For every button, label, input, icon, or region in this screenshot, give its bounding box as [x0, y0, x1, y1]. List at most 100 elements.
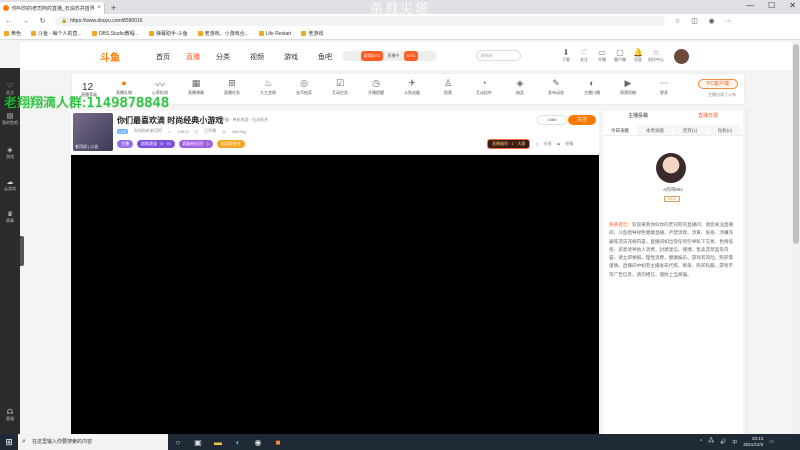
obs-icon[interactable]: ■: [268, 438, 288, 447]
anchor-name[interactable]: 你叫你的老司阿: [134, 128, 162, 134]
reload-icon[interactable]: ↻: [38, 17, 47, 25]
video-player[interactable]: [71, 155, 599, 434]
nav-home[interactable]: 首页: [156, 52, 170, 62]
report-button[interactable]: 举报: [565, 141, 573, 147]
tool-interact[interactable]: ☑ 互动任务: [325, 78, 355, 96]
tab-vip[interactable]: 贵宾(1): [673, 125, 707, 135]
bookmark-item[interactable]: 老游戏、小游戏合...: [197, 30, 249, 37]
kpl-match-banner[interactable]: 深圳DYG 直播中 MTG: [342, 51, 437, 61]
file-explorer-icon[interactable]: ▬: [208, 438, 228, 447]
ime-indicator[interactable]: 中: [732, 439, 737, 446]
download-button[interactable]: ⬇ 下载: [558, 48, 574, 63]
tab-daily[interactable]: 直播日报: [673, 111, 743, 122]
volume-icon[interactable]: 🔊: [720, 439, 726, 445]
user-avatar[interactable]: [674, 49, 689, 64]
anchor-thumbnail[interactable]: 老司机 | 公告: [73, 113, 113, 151]
tool-lottery[interactable]: ◎ 金币抽奖: [289, 78, 319, 96]
system-text: 欢迎来到你叫你的老司阿的直播间，请您关注直播间，斗鱼倡导绿色健康直播，严禁涉政、…: [609, 222, 734, 277]
top-contributor-avatar[interactable]: [656, 153, 686, 183]
tool-warm[interactable]: ✈ 斗鱼送暖: [397, 78, 427, 96]
tool-remind[interactable]: ◷ 开播提醒: [361, 78, 391, 96]
creator-button[interactable]: ☆ 创作中心: [648, 48, 664, 63]
badge-item[interactable]: 超级粉丝团 · 3: [178, 140, 213, 148]
start-live-button[interactable]: ▭ 开播: [594, 48, 610, 63]
cortana-icon[interactable]: ○: [168, 438, 188, 447]
tool-task[interactable]: ⊞ 直播任务: [217, 78, 247, 96]
tab-week[interactable]: 本周贡献: [638, 125, 672, 135]
bookmark-item[interactable]: 黄色: [4, 30, 21, 37]
share-button[interactable]: 分享: [544, 141, 552, 147]
forward-icon[interactable]: →: [21, 18, 30, 25]
menu-icon[interactable]: ⋯: [724, 17, 733, 25]
tool-video[interactable]: ▶ 视频投稿: [613, 78, 643, 96]
hot-rank-badge[interactable]: 直播福利 · 1 · 大赛: [487, 139, 531, 149]
taskbar-search-input[interactable]: 在这里输入你要搜索的内容: [18, 434, 168, 450]
close-window-icon[interactable]: ✕: [789, 1, 796, 10]
vote-icon: ♙: [443, 78, 453, 88]
follow-button[interactable]: ♡ 关注: [576, 48, 592, 63]
sidebar-item-fishbar[interactable]: ▤ 我的鱼吧: [0, 112, 20, 126]
extensions-icon[interactable]: ◫: [690, 17, 699, 25]
nav-fishbar[interactable]: 鱼吧: [318, 52, 332, 62]
pc-client-button[interactable]: PC客户端: [698, 79, 738, 89]
url-input[interactable]: 🔒 https://www.douyu.com/8590016: [55, 16, 665, 26]
tool-vote[interactable]: ♙ 投票: [433, 78, 463, 96]
nav-game[interactable]: 游戏: [284, 52, 298, 62]
plane-icon: ✈: [408, 78, 416, 88]
back-icon[interactable]: ←: [4, 18, 13, 25]
bookmark-item[interactable]: 斗鱼 - 每个人的直...: [31, 30, 82, 37]
sidebar-item-service[interactable]: ☊ 客服: [0, 408, 20, 422]
douyu-logo[interactable]: 斗鱼: [100, 49, 120, 64]
nav-live[interactable]: 直播: [186, 52, 200, 62]
windows-start-icon[interactable]: ⊞: [0, 437, 18, 448]
sidebar-item-cloudgame[interactable]: ☁ 云游戏: [0, 178, 20, 192]
tool-voice[interactable]: ◐ 主播口播: [577, 78, 607, 96]
message-button[interactable]: 🔔 消息: [630, 48, 646, 63]
report-icon[interactable]: ⚑: [557, 142, 561, 147]
page-scrollbar[interactable]: [792, 42, 800, 434]
client-button[interactable]: ▢ 客户端: [612, 48, 628, 63]
badge-item[interactable]: 主播: [117, 140, 133, 148]
star-icon[interactable]: ☆: [673, 17, 682, 25]
task-view-icon[interactable]: ▣: [188, 438, 208, 447]
sidebar-item-game[interactable]: ◈ 游戏: [0, 146, 20, 160]
nav-category[interactable]: 分类: [216, 52, 230, 62]
new-tab-icon[interactable]: +: [111, 2, 116, 14]
tab-diamond[interactable]: 钻粉(0): [708, 125, 742, 135]
maximize-icon[interactable]: ☐: [768, 1, 775, 10]
chevron-up-icon[interactable]: ^: [700, 439, 702, 445]
tool-more[interactable]: ⋯ 更多: [649, 78, 679, 96]
tool-draw[interactable]: ◈ 抽奖: [505, 78, 535, 96]
sidebar-collapse-handle[interactable]: [20, 236, 24, 266]
tool-grid[interactable]: ♨ 大九宫格: [253, 78, 283, 96]
tool-post[interactable]: ✎ 发布动态: [541, 78, 571, 96]
browser-tab-active[interactable]: 你叫你的老司阿的直播_石油苏井首界 ×: [0, 2, 105, 14]
network-icon[interactable]: 🖧: [708, 438, 714, 446]
tab-anchor-post[interactable]: 主播投稿: [603, 111, 673, 122]
tool-widget[interactable]: ◔ 互动挂件: [469, 78, 499, 96]
chrome-icon[interactable]: ◉: [248, 438, 268, 447]
nav-video[interactable]: 视频: [250, 52, 264, 62]
follow-button[interactable]: 关注: [568, 115, 596, 125]
clock[interactable]: 20:13 2021/12/3: [743, 436, 763, 448]
minimize-icon[interactable]: —: [746, 1, 754, 10]
sidebar-item-match[interactable]: ♛ 赛事: [0, 210, 20, 224]
chat-scrollbar[interactable]: [745, 111, 748, 433]
edge-icon[interactable]: ◐: [228, 438, 248, 447]
badge-item[interactable]: 超能赛道 · 8 · 76: [137, 140, 175, 148]
notification-icon[interactable]: ▭: [769, 439, 774, 445]
profile-icon[interactable]: ◉: [707, 17, 716, 25]
bookmark-item[interactable]: 弹幕助手-斗鱼: [148, 30, 188, 37]
bookmark-item[interactable]: 老游戏: [301, 30, 323, 37]
site-search-input[interactable]: 刷新的: [476, 50, 521, 61]
badge-item[interactable]: 仙剑奇侠传: [216, 140, 245, 148]
share-icon[interactable]: ⇪: [535, 142, 538, 147]
page-scroll-thumb[interactable]: [793, 44, 799, 244]
tool-danmu[interactable]: ▦ 直播弹幕: [181, 78, 211, 96]
room-category[interactable]: 老猫 · 单机热游 · 石油苏井: [221, 117, 268, 123]
tab-today[interactable]: 今日贡献: [603, 125, 637, 135]
bookmark-item[interactable]: OBS Studio教程...: [91, 30, 139, 37]
room-info-bar: 老司机 | 公告 你们最喜欢滴 时尚经典小游戏 老猫 · 单机热游 · 石油苏井…: [71, 111, 599, 153]
close-tab-icon[interactable]: ×: [97, 5, 101, 11]
bookmark-item[interactable]: Life Restart: [258, 31, 291, 37]
